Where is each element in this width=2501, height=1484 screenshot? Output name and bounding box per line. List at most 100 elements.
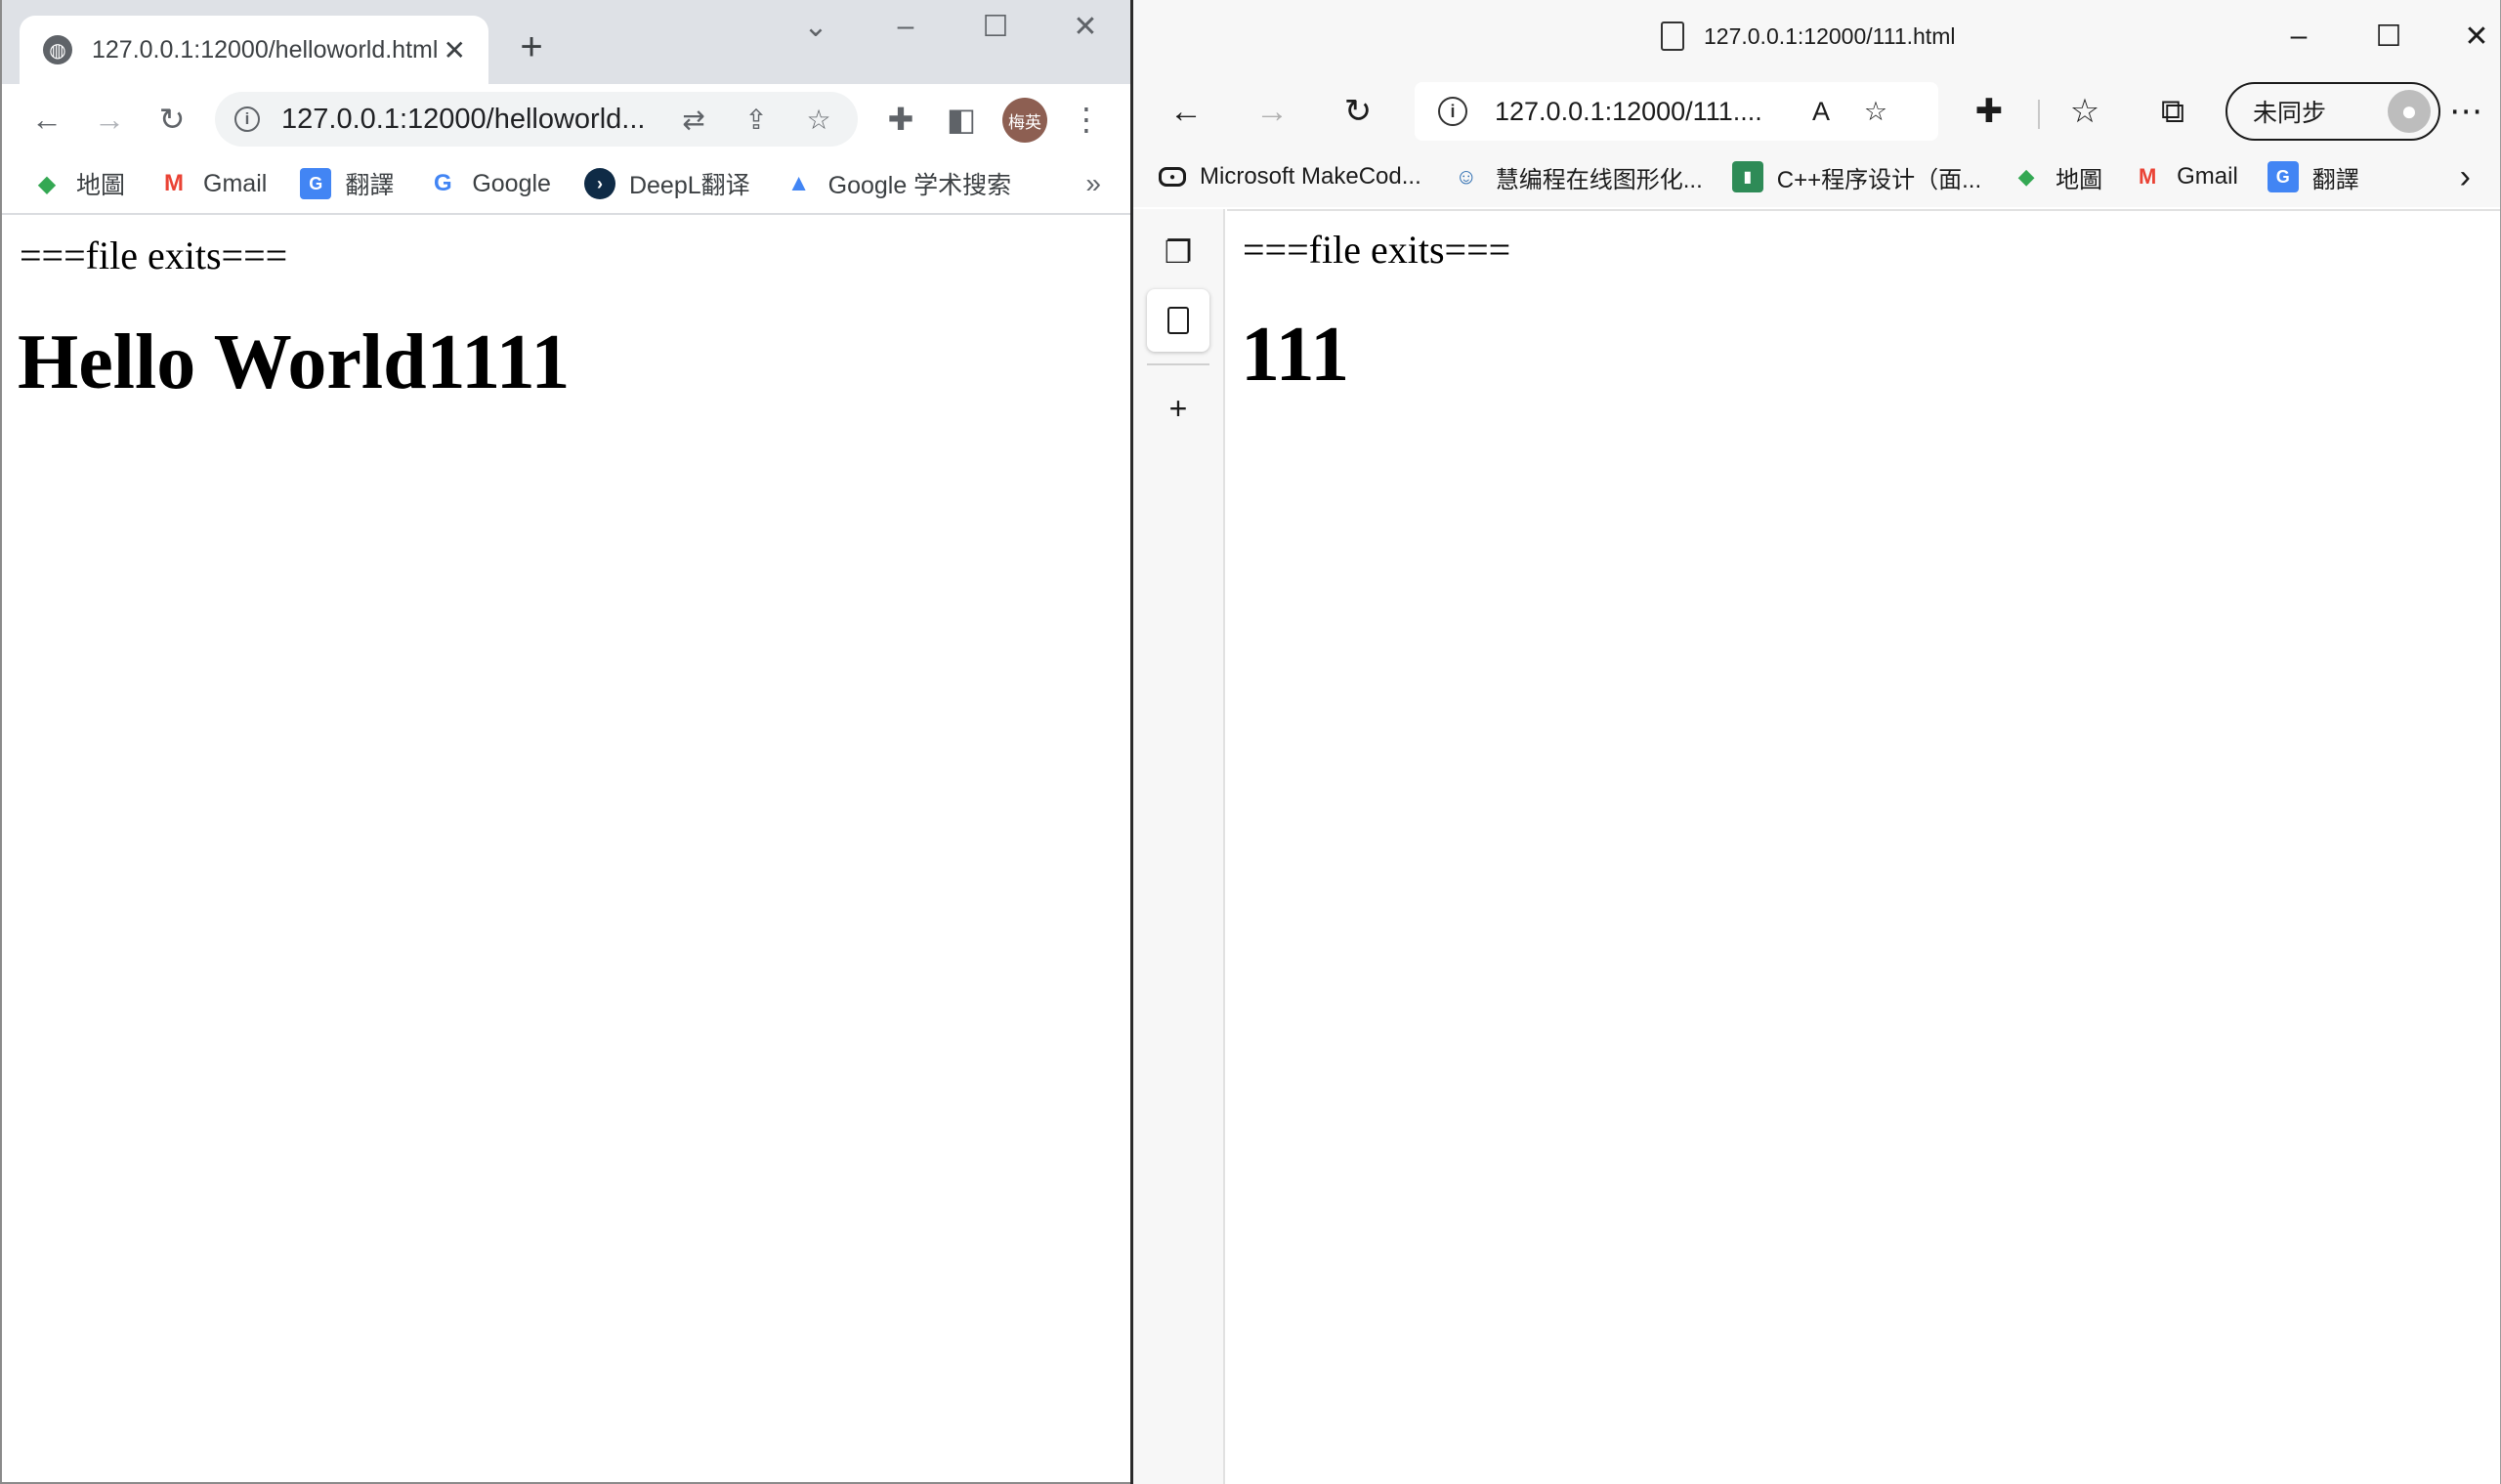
mblock-icon: ☺ bbox=[1455, 164, 1477, 189]
new-tab-button[interactable]: + bbox=[1147, 377, 1209, 440]
bookmark-google[interactable]: G Google bbox=[427, 168, 551, 199]
forward-button[interactable]: → bbox=[86, 96, 133, 143]
tab-close-icon[interactable]: ✕ bbox=[439, 34, 471, 66]
gmail-icon: M bbox=[164, 170, 185, 196]
close-window-button[interactable]: ✕ bbox=[2452, 20, 2501, 54]
bookmark-label: DeepL翻译 bbox=[628, 172, 750, 199]
minimize-button[interactable]: – bbox=[2274, 20, 2323, 53]
site-info-icon[interactable]: i bbox=[1438, 97, 1467, 126]
bookmark-translate[interactable]: G 翻譯 bbox=[2267, 160, 2359, 194]
window-title: 127.0.0.1:12000/111.html bbox=[1661, 21, 1955, 51]
site-info-icon[interactable]: i bbox=[234, 106, 260, 132]
back-button[interactable]: ← bbox=[23, 96, 70, 143]
page-heading: 111 bbox=[1241, 312, 1350, 398]
bookmark-label: 翻譯 bbox=[2311, 166, 2359, 193]
address-bar[interactable]: i 127.0.0.1:12000/111.... A ☆ bbox=[1415, 82, 1938, 141]
bookmark-deepl[interactable]: › DeepL翻译 bbox=[583, 166, 750, 201]
reload-button[interactable]: ↻ bbox=[148, 96, 195, 143]
page-heading: Hello World1111 bbox=[18, 319, 571, 405]
maximize-button[interactable]: ☐ bbox=[971, 10, 1020, 44]
page-content: ===file exits=== 111 bbox=[1227, 209, 2500, 1484]
favorites-bar: ● Microsoft MakeCod... ☺ 慧编程在线图形化... ▮ C… bbox=[1133, 147, 2500, 207]
menu-icon[interactable]: ⋮ bbox=[1063, 96, 1110, 143]
reload-button[interactable]: ↻ bbox=[1335, 88, 1381, 135]
bookmark-label: 地圖 bbox=[76, 172, 126, 199]
toolbar: ← → ↻ i 127.0.0.1:12000/helloworld... ⇄ … bbox=[2, 84, 1130, 154]
book-icon: ▮ bbox=[1731, 161, 1763, 192]
bookmark-maps[interactable]: ◆ 地圖 bbox=[2011, 160, 2102, 194]
bookmark-mblock[interactable]: ☺ 慧编程在线图形化... bbox=[1451, 160, 1703, 194]
avatar[interactable]: 梅英 bbox=[1002, 98, 1047, 143]
document-icon bbox=[1167, 307, 1189, 334]
new-tab-button[interactable]: + bbox=[510, 25, 553, 68]
avatar: ● bbox=[2388, 90, 2431, 133]
tab-helloworld[interactable]: ◍ 127.0.0.1:12000/helloworld.html ✕ bbox=[20, 16, 488, 84]
bookmark-label: 地圖 bbox=[2056, 166, 2103, 193]
globe-icon: ◍ bbox=[43, 35, 72, 64]
bookmark-scholar[interactable]: ▲ Google 学术搜索 bbox=[784, 166, 1012, 201]
translate-icon: G bbox=[2267, 161, 2299, 192]
title-bar: 127.0.0.1:12000/111.html – ☐ ✕ bbox=[1133, 0, 2500, 76]
bookmark-label: Gmail bbox=[203, 169, 268, 197]
bookmark-label: Google bbox=[472, 169, 551, 197]
bookmarks-overflow-button[interactable]: » bbox=[1085, 168, 1101, 199]
tab-strip: ◍ 127.0.0.1:12000/helloworld.html ✕ + ⌄ … bbox=[2, 0, 1130, 84]
google-icon: G bbox=[433, 170, 452, 196]
bookmark-maps[interactable]: ◆ 地圖 bbox=[31, 166, 125, 201]
collections-icon[interactable]: ⧉ bbox=[2149, 88, 2196, 135]
bookmarks-bar: ◆ 地圖 M Gmail G 翻譯 G Google › DeepL翻译 ▲ G… bbox=[2, 154, 1130, 215]
profile-sync-button[interactable]: 未同步 ● bbox=[2225, 82, 2440, 141]
bookmark-label: C++程序设计（面... bbox=[1776, 166, 1982, 193]
close-window-button[interactable]: ✕ bbox=[1061, 10, 1110, 44]
page-status-line: ===file exits=== bbox=[20, 233, 288, 277]
menu-icon[interactable]: ⋯ bbox=[2442, 88, 2489, 135]
bookmark-makecode[interactable]: ● Microsoft MakeCod... bbox=[1159, 163, 1421, 191]
scholar-icon: ▲ bbox=[786, 170, 811, 196]
gmail-icon: M bbox=[2138, 164, 2157, 189]
address-url[interactable]: 127.0.0.1:12000/helloworld... bbox=[281, 104, 653, 136]
page-content: ===file exits=== Hello World1111 bbox=[2, 217, 1130, 1482]
address-bar[interactable]: i 127.0.0.1:12000/helloworld... ⇄ ⇪ ☆ bbox=[215, 92, 858, 147]
toolbar: ← → ↻ i 127.0.0.1:12000/111.... A ☆ ✚ ☆ … bbox=[1133, 76, 2500, 147]
maps-icon: ◆ bbox=[2017, 164, 2035, 189]
bookmark-gmail[interactable]: M Gmail bbox=[2132, 161, 2238, 192]
maximize-button[interactable]: ☐ bbox=[2364, 20, 2413, 54]
maps-icon: ◆ bbox=[37, 170, 57, 197]
sidebar-divider bbox=[1147, 363, 1209, 365]
edge-window: 127.0.0.1:12000/111.html – ☐ ✕ ← → ↻ i 1… bbox=[1133, 0, 2501, 1484]
add-favorite-icon[interactable]: ☆ bbox=[1854, 90, 1897, 133]
bookmark-translate[interactable]: G 翻譯 bbox=[300, 166, 394, 201]
tab-current-page[interactable] bbox=[1147, 289, 1209, 352]
window-title-text: 127.0.0.1:12000/111.html bbox=[1704, 22, 1956, 49]
makecode-icon: ● bbox=[1159, 167, 1186, 187]
back-button[interactable]: ← bbox=[1163, 88, 1209, 135]
sync-label: 未同步 bbox=[2253, 100, 2327, 127]
bookmark-label: Microsoft MakeCod... bbox=[1200, 163, 1421, 190]
bookmark-star-icon[interactable]: ☆ bbox=[797, 98, 840, 141]
chevron-right-icon[interactable]: › bbox=[2460, 158, 2471, 196]
share-icon[interactable]: ⇪ bbox=[735, 98, 778, 141]
side-panel-icon[interactable]: ◧ bbox=[938, 96, 985, 143]
favorites-icon[interactable]: ☆ bbox=[2061, 88, 2108, 135]
bookmark-label: Google 学术搜索 bbox=[827, 172, 1012, 199]
forward-button[interactable]: → bbox=[1249, 88, 1295, 135]
bookmark-gmail[interactable]: M Gmail bbox=[158, 168, 267, 199]
bookmark-label: 慧编程在线图形化... bbox=[1495, 166, 1703, 193]
bookmark-label: Gmail bbox=[2177, 163, 2238, 190]
translate-icon[interactable]: ⇄ bbox=[672, 98, 715, 141]
extensions-icon[interactable]: ✚ bbox=[877, 96, 924, 143]
minimize-button[interactable]: – bbox=[881, 10, 930, 43]
translate-icon: G bbox=[300, 168, 332, 199]
document-icon bbox=[1661, 21, 1684, 51]
read-aloud-icon[interactable]: A bbox=[1800, 90, 1843, 133]
chrome-window: ◍ 127.0.0.1:12000/helloworld.html ✕ + ⌄ … bbox=[0, 0, 1130, 1484]
tab-title: 127.0.0.1:12000/helloworld.html bbox=[92, 35, 439, 64]
bookmark-label: 翻譯 bbox=[345, 172, 395, 199]
extensions-icon[interactable]: ✚ bbox=[1966, 88, 2013, 135]
bookmark-cpp[interactable]: ▮ C++程序设计（面... bbox=[1731, 160, 1982, 194]
tab-actions-icon[interactable]: ❐ bbox=[1147, 221, 1209, 283]
tab-search-icon[interactable]: ⌄ bbox=[791, 10, 840, 44]
vertical-tabs-sidebar: ❐ + bbox=[1133, 209, 1225, 1484]
deepl-icon: › bbox=[583, 168, 615, 199]
address-url[interactable]: 127.0.0.1:12000/111.... bbox=[1495, 97, 1788, 127]
